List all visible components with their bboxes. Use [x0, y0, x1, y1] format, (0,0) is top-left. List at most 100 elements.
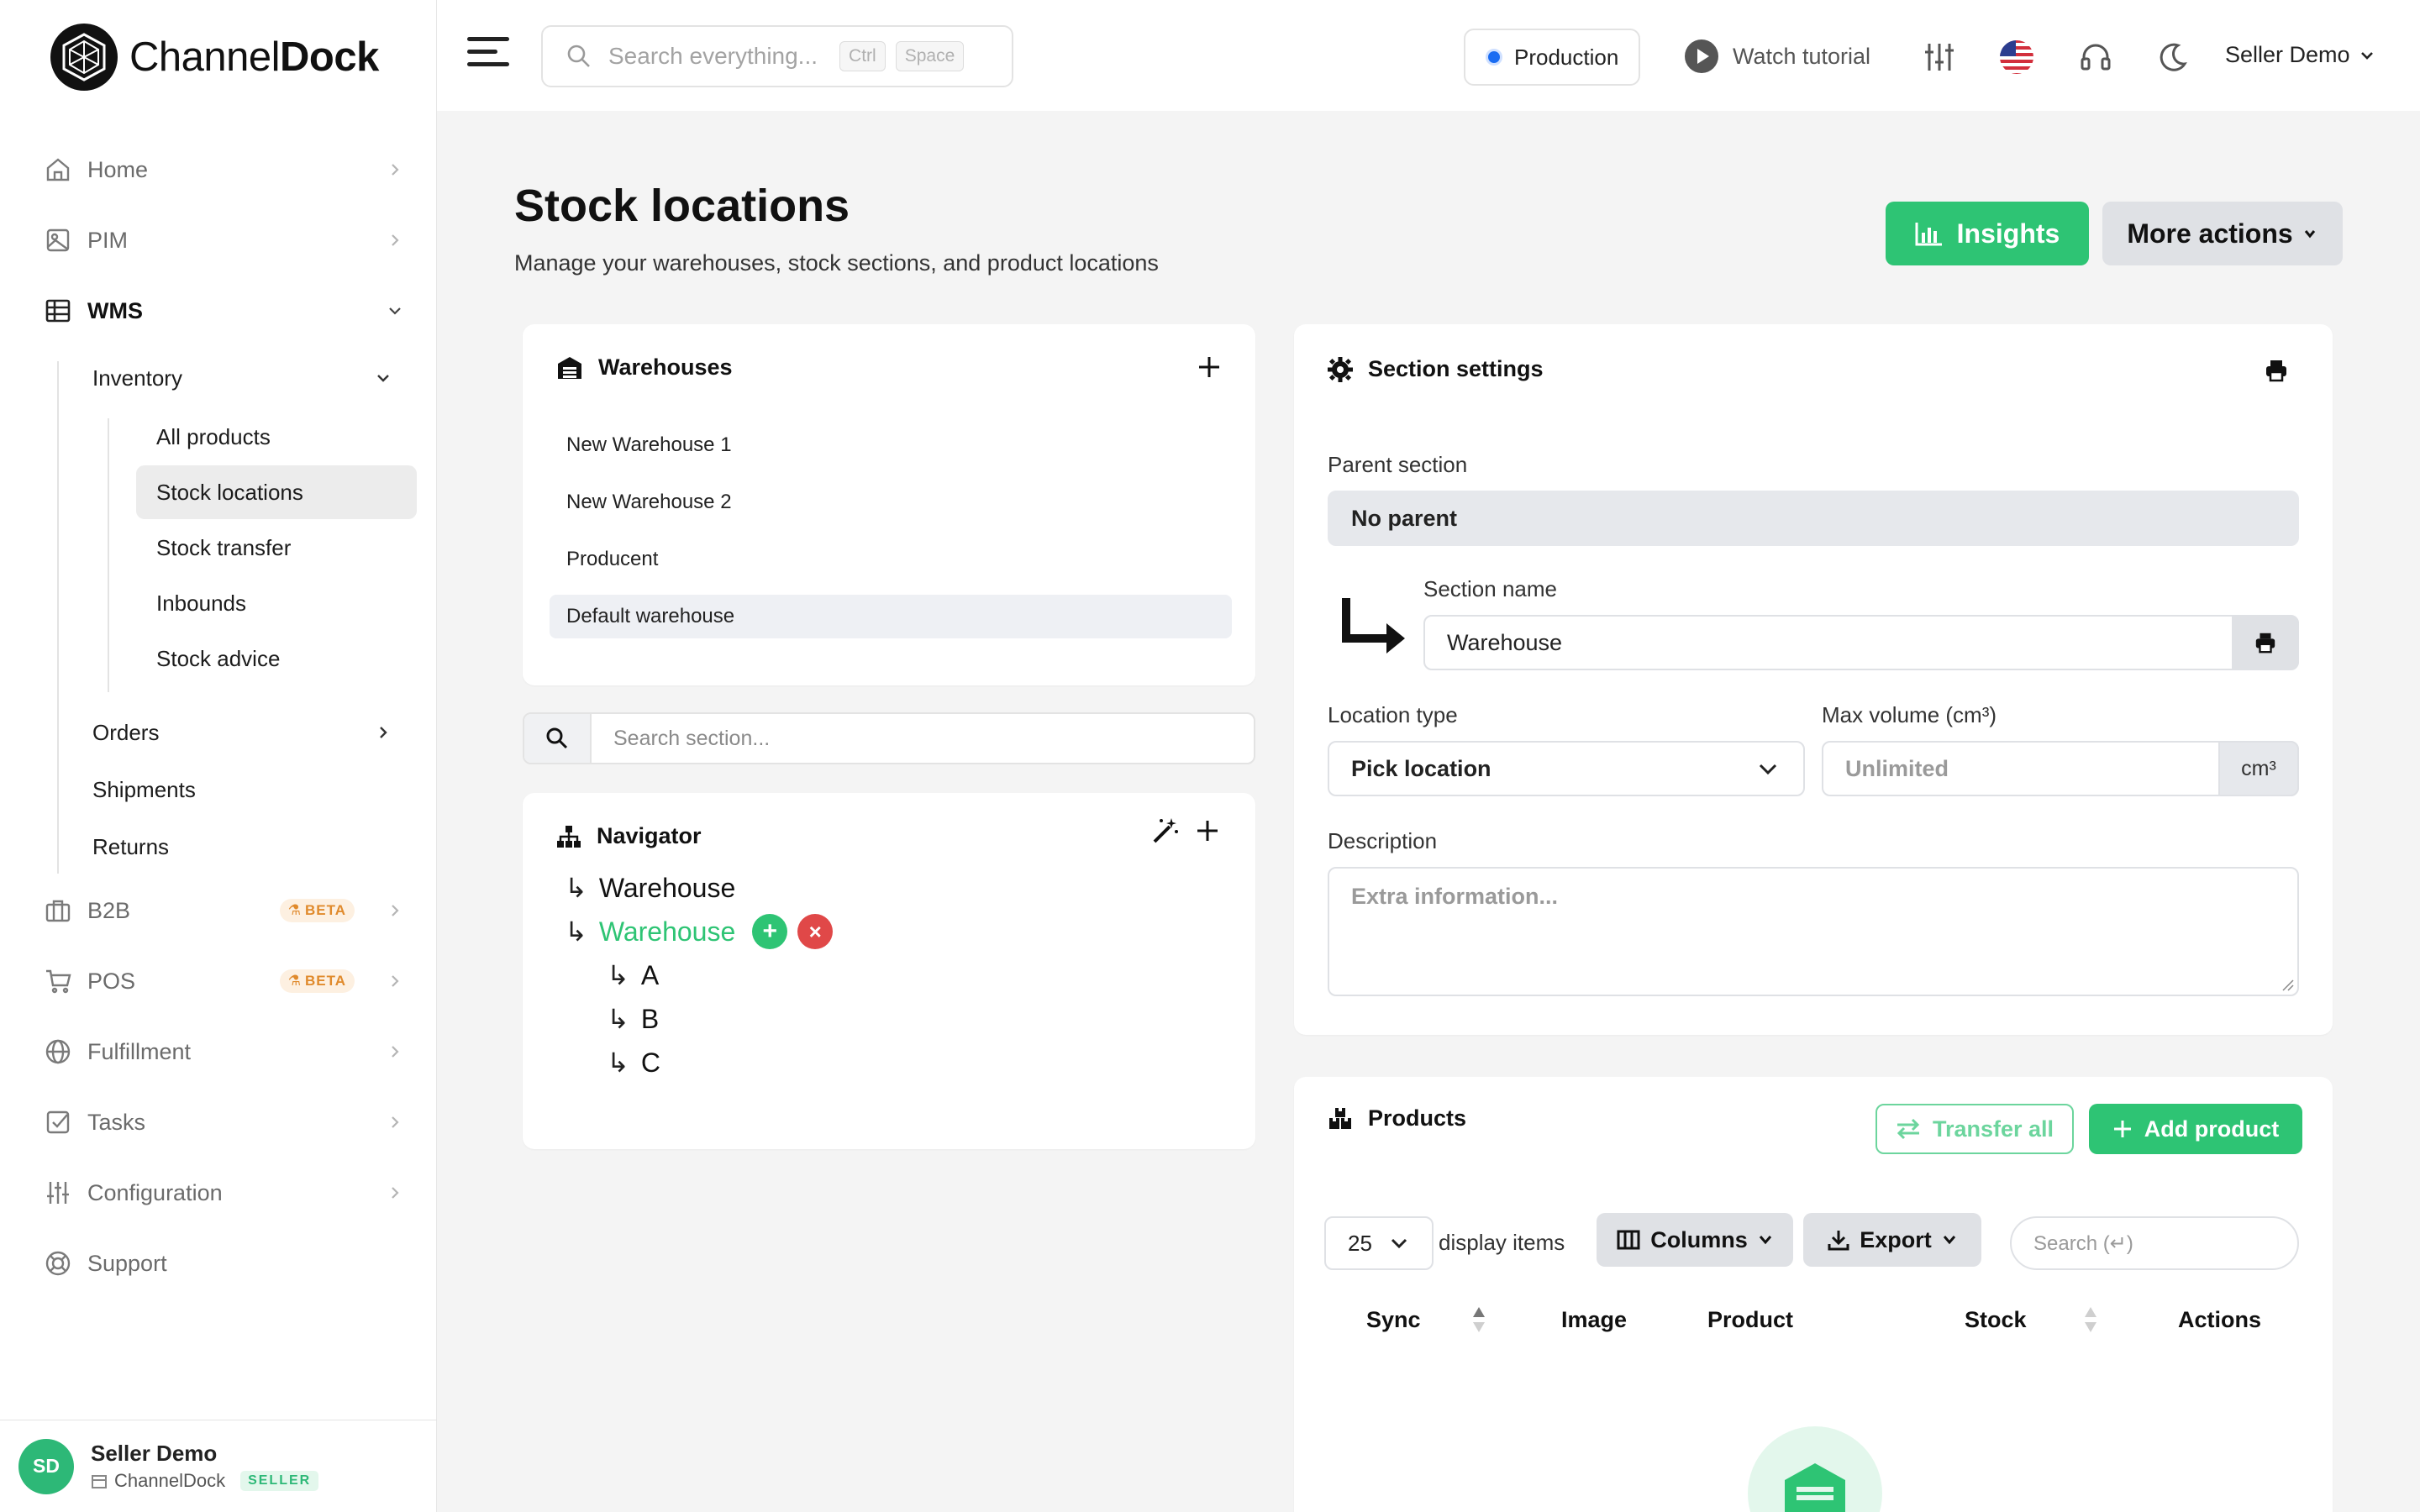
- add-section-plus-icon[interactable]: [1195, 818, 1220, 843]
- sidebar-user-card[interactable]: SD Seller Demo ChannelDock SELLER: [0, 1420, 437, 1512]
- sidebar-item-support[interactable]: Support: [44, 1238, 405, 1289]
- sidebar-item-stock-advice[interactable]: Stock advice: [136, 632, 417, 685]
- column-header-stock[interactable]: Stock: [1965, 1307, 2027, 1333]
- sidebar-item-shipments[interactable]: Shipments: [92, 766, 412, 813]
- section-name-value: Warehouse: [1447, 629, 1563, 655]
- sidebar-item-stock-locations[interactable]: Stock locations: [136, 465, 417, 519]
- sidebar-item-label: Inventory: [92, 365, 182, 391]
- chevron-down-icon: [2304, 230, 2315, 239]
- chevron-down-icon: [389, 307, 401, 315]
- columns-button[interactable]: Columns: [1597, 1213, 1793, 1267]
- sidebar-item-inventory[interactable]: Inventory: [92, 354, 412, 402]
- tree-node-selected[interactable]: ↳ Warehouse + ×: [565, 914, 834, 949]
- warehouse-item[interactable]: New Warehouse 2: [550, 480, 1232, 524]
- export-button[interactable]: Export: [1803, 1213, 1981, 1267]
- sidebar-item-orders[interactable]: Orders: [92, 709, 412, 756]
- headset-icon[interactable]: [2077, 39, 2114, 76]
- transfer-all-button[interactable]: Transfer all: [1876, 1104, 2074, 1154]
- sidebar-item-all-products[interactable]: All products: [136, 410, 417, 464]
- user-company-row: ChannelDock SELLER: [91, 1470, 319, 1492]
- sidebar-item-returns[interactable]: Returns: [92, 823, 412, 870]
- sidebar-item-pos[interactable]: POS ⚗ BETA: [44, 956, 405, 1006]
- print-name-icon[interactable]: [2232, 615, 2299, 670]
- menu-toggle-icon[interactable]: [467, 37, 509, 71]
- sidebar-item-tasks[interactable]: Tasks: [44, 1097, 405, 1147]
- add-warehouse-plus-icon[interactable]: [1197, 354, 1222, 380]
- warehouse-item-active[interactable]: Default warehouse: [550, 595, 1232, 638]
- tree-node-label: B: [640, 1003, 660, 1034]
- global-search-input[interactable]: Search everything... Ctrl Space: [541, 25, 1013, 87]
- insights-label: Insights: [1956, 218, 2060, 249]
- tree-node[interactable]: ↳ C: [607, 1047, 660, 1079]
- max-volume-field[interactable]: Unlimited cm³: [1822, 741, 2299, 796]
- brand[interactable]: ChannelDock: [50, 24, 379, 91]
- section-settings-title: Section settings: [1328, 356, 1544, 382]
- dark-mode-moon-icon[interactable]: [2154, 39, 2191, 76]
- environment-status-icon: [1486, 49, 1502, 66]
- cart-icon: [44, 967, 72, 995]
- tree-node[interactable]: ↳ A: [607, 959, 659, 991]
- more-actions-button[interactable]: More actions: [2102, 202, 2343, 265]
- products-search-input[interactable]: Search (↵): [2010, 1216, 2299, 1270]
- sidebar-item-fulfillment[interactable]: Fulfillment: [44, 1026, 405, 1077]
- chevron-down-icon: [1759, 764, 1777, 775]
- settings-sliders-icon[interactable]: [1921, 39, 1958, 76]
- chevron-down-icon: [1391, 1238, 1407, 1249]
- watch-tutorial-label: Watch tutorial: [1733, 43, 1871, 69]
- sidebar-item-label: PIM: [87, 227, 129, 253]
- sort-icon[interactable]: [2084, 1305, 2097, 1334]
- section-search-input[interactable]: Search section...: [523, 712, 1255, 764]
- tree-branch-icon: ↳: [607, 960, 629, 990]
- more-actions-label: More actions: [2127, 218, 2293, 249]
- page-size-select[interactable]: 25: [1324, 1216, 1434, 1270]
- export-label: Export: [1860, 1226, 1932, 1252]
- magic-wand-icon[interactable]: [1151, 816, 1180, 845]
- sidebar-item-home[interactable]: Home: [44, 144, 405, 195]
- sidebar-item-label: Fulfillment: [87, 1038, 192, 1064]
- delete-section-x-icon[interactable]: ×: [797, 914, 834, 949]
- user-menu-dropdown[interactable]: Seller Demo: [2225, 42, 2375, 68]
- column-header-product[interactable]: Product: [1707, 1307, 1793, 1333]
- description-textarea[interactable]: Extra information...: [1328, 867, 2299, 996]
- print-icon[interactable]: [2264, 358, 2289, 383]
- shortcut-key-ctrl: Ctrl: [839, 41, 886, 71]
- columns-label: Columns: [1650, 1226, 1748, 1252]
- tree-node[interactable]: ↳ B: [607, 1003, 659, 1035]
- sidebar-item-label: WMS: [87, 297, 143, 323]
- plus-icon: [2113, 1121, 2131, 1137]
- warehouse-item[interactable]: New Warehouse 1: [550, 423, 1232, 467]
- warehouse-item[interactable]: Producent: [550, 538, 1232, 581]
- play-icon: [1685, 39, 1718, 73]
- sidebar-item-configuration[interactable]: Configuration: [44, 1168, 405, 1218]
- location-type-select[interactable]: Pick location: [1328, 741, 1805, 796]
- sidebar-item-inbounds[interactable]: Inbounds: [136, 576, 417, 630]
- sort-icon[interactable]: [1472, 1305, 1486, 1334]
- column-header-actions[interactable]: Actions: [2178, 1307, 2261, 1333]
- environment-button[interactable]: Production: [1464, 29, 1641, 86]
- sidebar-item-stock-transfer[interactable]: Stock transfer: [136, 521, 417, 575]
- add-product-button[interactable]: Add product: [2089, 1104, 2302, 1154]
- us-flag-icon[interactable]: [1998, 39, 2035, 76]
- section-name-label: Section name: [1423, 576, 1557, 601]
- tree-node[interactable]: ↳ Warehouse: [565, 872, 735, 904]
- sidebar-item-wms[interactable]: WMS: [44, 286, 405, 336]
- home-icon: [44, 155, 72, 184]
- tree-branch-icon: ↳: [565, 916, 587, 947]
- column-header-sync[interactable]: Sync: [1366, 1307, 1421, 1333]
- column-header-image[interactable]: Image: [1561, 1307, 1627, 1333]
- sidebar-item-b2b[interactable]: B2B ⚗ BETA: [44, 885, 405, 936]
- tree-branch-icon: ↳: [607, 1004, 629, 1034]
- page-subtitle: Manage your warehouses, stock sections, …: [514, 250, 1159, 276]
- add-product-label: Add product: [2144, 1116, 2280, 1142]
- section-name-field[interactable]: Warehouse: [1423, 615, 2299, 670]
- resize-handle-icon[interactable]: [2281, 978, 2294, 991]
- add-child-plus-icon[interactable]: +: [752, 914, 788, 949]
- watch-tutorial-button[interactable]: Watch tutorial: [1684, 39, 1870, 74]
- parent-section-label: Parent section: [1328, 452, 1468, 477]
- parent-section-select[interactable]: No parent: [1328, 491, 2299, 546]
- sidebar-item-pim[interactable]: PIM: [44, 215, 405, 265]
- chevron-right-icon: [392, 1116, 399, 1128]
- tree-node-label: Warehouse: [598, 872, 736, 903]
- transfer-all-label: Transfer all: [1932, 1116, 2054, 1142]
- insights-button[interactable]: Insights: [1886, 202, 2089, 265]
